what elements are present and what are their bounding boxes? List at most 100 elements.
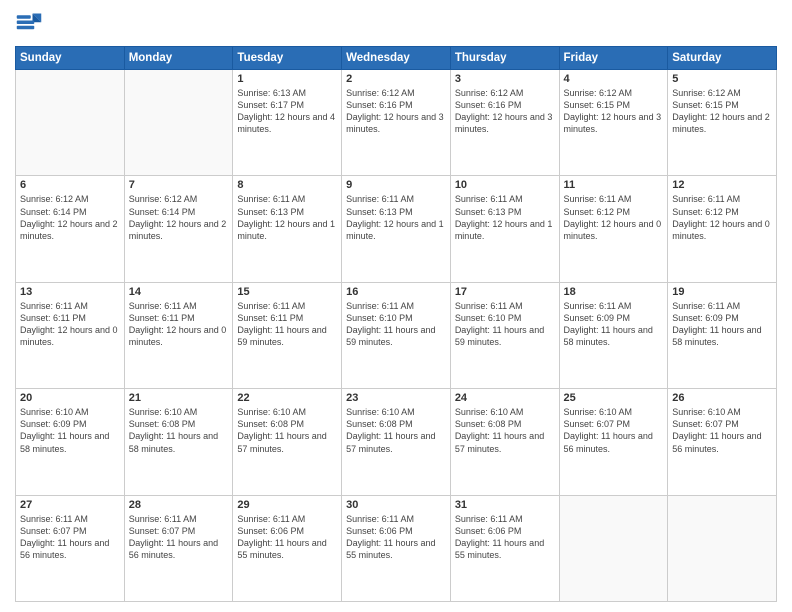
day-info: Sunrise: 6:11 AM Sunset: 6:12 PM Dayligh…	[564, 193, 664, 242]
day-number: 3	[455, 73, 555, 85]
calendar-cell: 11 Sunrise: 6:11 AM Sunset: 6:12 PM Dayli…	[559, 176, 668, 282]
day-info: Sunrise: 6:12 AM Sunset: 6:15 PM Dayligh…	[564, 87, 664, 136]
calendar-cell: 24 Sunrise: 6:10 AM Sunset: 6:08 PM Dayli…	[450, 389, 559, 495]
calendar-cell: 12 Sunrise: 6:11 AM Sunset: 6:12 PM Dayli…	[668, 176, 777, 282]
calendar-week-2: 6 Sunrise: 6:12 AM Sunset: 6:14 PM Daylig…	[16, 176, 777, 282]
day-number: 5	[672, 73, 772, 85]
calendar-cell: 21 Sunrise: 6:10 AM Sunset: 6:08 PM Dayli…	[124, 389, 233, 495]
day-number: 8	[237, 179, 337, 191]
day-number: 30	[346, 499, 446, 511]
day-number: 6	[20, 179, 120, 191]
day-number: 7	[129, 179, 229, 191]
calendar-cell: 1 Sunrise: 6:13 AM Sunset: 6:17 PM Daylig…	[233, 70, 342, 176]
calendar-cell: 4 Sunrise: 6:12 AM Sunset: 6:15 PM Daylig…	[559, 70, 668, 176]
calendar-week-1: 1 Sunrise: 6:13 AM Sunset: 6:17 PM Daylig…	[16, 70, 777, 176]
day-number: 19	[672, 286, 772, 298]
day-info: Sunrise: 6:11 AM Sunset: 6:11 PM Dayligh…	[20, 300, 120, 349]
calendar-cell: 13 Sunrise: 6:11 AM Sunset: 6:11 PM Dayli…	[16, 282, 125, 388]
day-info: Sunrise: 6:11 AM Sunset: 6:13 PM Dayligh…	[237, 193, 337, 242]
day-number: 31	[455, 499, 555, 511]
day-number: 18	[564, 286, 664, 298]
calendar-cell: 7Sunrise: 6:12 AM Sunset: 6:14 PM Daylig…	[124, 176, 233, 282]
header-day-wednesday: Wednesday	[342, 47, 451, 70]
day-info: Sunrise: 6:11 AM Sunset: 6:07 PM Dayligh…	[20, 513, 120, 562]
day-info: Sunrise: 6:11 AM Sunset: 6:10 PM Dayligh…	[455, 300, 555, 349]
calendar-cell: 8 Sunrise: 6:11 AM Sunset: 6:13 PM Daylig…	[233, 176, 342, 282]
day-info: Sunrise: 6:13 AM Sunset: 6:17 PM Dayligh…	[237, 87, 337, 136]
calendar-cell	[16, 70, 125, 176]
day-info: Sunrise: 6:12 AM Sunset: 6:16 PM Dayligh…	[455, 87, 555, 136]
day-number: 2	[346, 73, 446, 85]
header-day-saturday: Saturday	[668, 47, 777, 70]
calendar-cell: 25Sunrise: 6:10 AM Sunset: 6:07 PM Dayli…	[559, 389, 668, 495]
day-number: 22	[237, 392, 337, 404]
day-number: 17	[455, 286, 555, 298]
day-number: 24	[455, 392, 555, 404]
day-info: Sunrise: 6:10 AM Sunset: 6:09 PM Dayligh…	[20, 406, 120, 455]
day-info: Sunrise: 6:10 AM Sunset: 6:07 PM Dayligh…	[564, 406, 664, 455]
day-info: Sunrise: 6:11 AM Sunset: 6:13 PM Dayligh…	[455, 193, 555, 242]
day-info: Sunrise: 6:10 AM Sunset: 6:07 PM Dayligh…	[672, 406, 772, 455]
calendar-cell: 19 Sunrise: 6:11 AM Sunset: 6:09 PM Dayli…	[668, 282, 777, 388]
day-info: Sunrise: 6:10 AM Sunset: 6:08 PM Dayligh…	[455, 406, 555, 455]
calendar-cell: 3 Sunrise: 6:12 AM Sunset: 6:16 PM Daylig…	[450, 70, 559, 176]
day-number: 10	[455, 179, 555, 191]
logo	[15, 10, 47, 38]
calendar-cell	[668, 495, 777, 601]
day-number: 1	[237, 73, 337, 85]
day-info: Sunrise: 6:11 AM Sunset: 6:10 PM Dayligh…	[346, 300, 446, 349]
calendar-cell: 30 Sunrise: 6:11 AM Sunset: 6:06 PM Dayli…	[342, 495, 451, 601]
calendar-week-5: 27Sunrise: 6:11 AM Sunset: 6:07 PM Dayli…	[16, 495, 777, 601]
day-info: Sunrise: 6:11 AM Sunset: 6:06 PM Dayligh…	[455, 513, 555, 562]
day-number: 21	[129, 392, 229, 404]
calendar-cell	[124, 70, 233, 176]
day-number: 4	[564, 73, 664, 85]
day-info: Sunrise: 6:11 AM Sunset: 6:09 PM Dayligh…	[672, 300, 772, 349]
day-info: Sunrise: 6:10 AM Sunset: 6:08 PM Dayligh…	[346, 406, 446, 455]
calendar-cell	[559, 495, 668, 601]
calendar-cell: 10 Sunrise: 6:11 AM Sunset: 6:13 PM Dayli…	[450, 176, 559, 282]
calendar-week-3: 13 Sunrise: 6:11 AM Sunset: 6:11 PM Dayli…	[16, 282, 777, 388]
day-info: Sunrise: 6:11 AM Sunset: 6:06 PM Dayligh…	[346, 513, 446, 562]
day-number: 14	[129, 286, 229, 298]
header-day-thursday: Thursday	[450, 47, 559, 70]
calendar-cell: 31 Sunrise: 6:11 AM Sunset: 6:06 PM Dayli…	[450, 495, 559, 601]
calendar-cell: 28Sunrise: 6:11 AM Sunset: 6:07 PM Dayli…	[124, 495, 233, 601]
day-info: Sunrise: 6:12 AM Sunset: 6:14 PM Dayligh…	[20, 193, 120, 242]
day-number: 12	[672, 179, 772, 191]
header-row: SundayMondayTuesdayWednesdayThursdayFrid…	[16, 47, 777, 70]
calendar-table: SundayMondayTuesdayWednesdayThursdayFrid…	[15, 46, 777, 602]
day-number: 26	[672, 392, 772, 404]
logo-icon	[15, 10, 43, 38]
calendar-cell: 29Sunrise: 6:11 AM Sunset: 6:06 PM Dayli…	[233, 495, 342, 601]
calendar-cell: 16 Sunrise: 6:11 AM Sunset: 6:10 PM Dayli…	[342, 282, 451, 388]
calendar-cell: 27Sunrise: 6:11 AM Sunset: 6:07 PM Dayli…	[16, 495, 125, 601]
calendar-cell: 18 Sunrise: 6:11 AM Sunset: 6:09 PM Dayli…	[559, 282, 668, 388]
day-number: 13	[20, 286, 120, 298]
calendar-cell: 26 Sunrise: 6:10 AM Sunset: 6:07 PM Dayli…	[668, 389, 777, 495]
day-number: 29	[237, 499, 337, 511]
calendar-body: 1 Sunrise: 6:13 AM Sunset: 6:17 PM Daylig…	[16, 70, 777, 602]
calendar-cell: 15 Sunrise: 6:11 AM Sunset: 6:11 PM Dayli…	[233, 282, 342, 388]
header-day-sunday: Sunday	[16, 47, 125, 70]
day-number: 11	[564, 179, 664, 191]
day-number: 15	[237, 286, 337, 298]
calendar-cell: 23Sunrise: 6:10 AM Sunset: 6:08 PM Dayli…	[342, 389, 451, 495]
day-info: Sunrise: 6:11 AM Sunset: 6:13 PM Dayligh…	[346, 193, 446, 242]
calendar-cell: 5 Sunrise: 6:12 AM Sunset: 6:15 PM Daylig…	[668, 70, 777, 176]
day-info: Sunrise: 6:12 AM Sunset: 6:16 PM Dayligh…	[346, 87, 446, 136]
day-number: 9	[346, 179, 446, 191]
day-info: Sunrise: 6:11 AM Sunset: 6:11 PM Dayligh…	[237, 300, 337, 349]
day-number: 20	[20, 392, 120, 404]
day-info: Sunrise: 6:11 AM Sunset: 6:12 PM Dayligh…	[672, 193, 772, 242]
day-info: Sunrise: 6:12 AM Sunset: 6:15 PM Dayligh…	[672, 87, 772, 136]
day-number: 16	[346, 286, 446, 298]
calendar-week-4: 20 Sunrise: 6:10 AM Sunset: 6:09 PM Dayli…	[16, 389, 777, 495]
calendar-cell: 17 Sunrise: 6:11 AM Sunset: 6:10 PM Dayli…	[450, 282, 559, 388]
header-day-friday: Friday	[559, 47, 668, 70]
day-info: Sunrise: 6:10 AM Sunset: 6:08 PM Dayligh…	[129, 406, 229, 455]
calendar-cell: 2 Sunrise: 6:12 AM Sunset: 6:16 PM Daylig…	[342, 70, 451, 176]
calendar-cell: 14Sunrise: 6:11 AM Sunset: 6:11 PM Dayli…	[124, 282, 233, 388]
calendar-cell: 20 Sunrise: 6:10 AM Sunset: 6:09 PM Dayli…	[16, 389, 125, 495]
day-info: Sunrise: 6:11 AM Sunset: 6:09 PM Dayligh…	[564, 300, 664, 349]
